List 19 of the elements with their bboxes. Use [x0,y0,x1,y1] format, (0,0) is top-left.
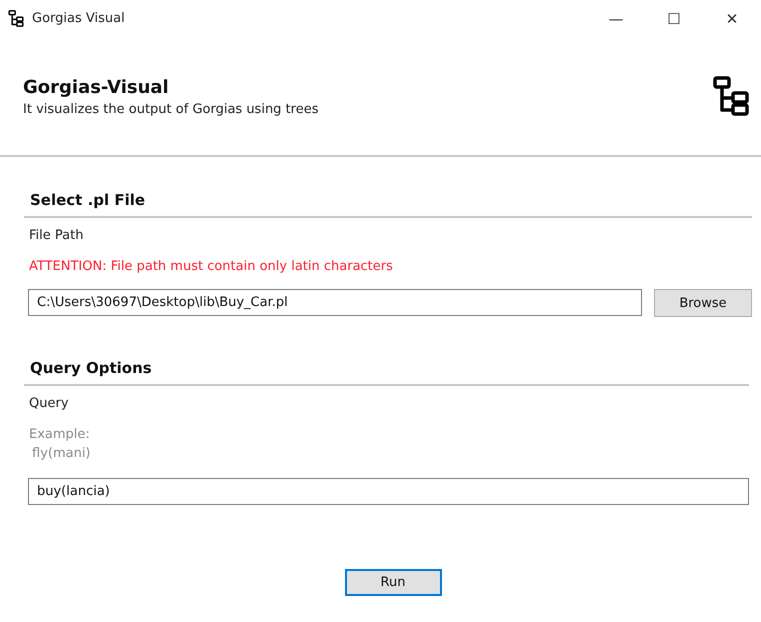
window-title: Gorgias Visual [32,11,126,26]
field-label: File Path [29,228,84,243]
file-path-field[interactable]: C:\Users\30697\Desktop\lib\Buy_Car.pl [28,289,642,316]
tree-icon [713,76,749,116]
maximize-button[interactable]: ☐ [645,10,703,28]
browse-button[interactable]: Browse [654,289,752,317]
app-subtitle: It visualizes the output of Gorgias using trees [23,102,320,117]
example-hint: Example: [29,426,91,444]
section-title: Query Options [24,359,749,386]
warning-text: ATTENTION: File path must contain only latin characters [29,259,394,274]
section-title: Select .pl File [24,191,752,218]
query-field[interactable]: buy(lancia) [28,478,749,505]
minimize-button[interactable]: — [587,10,645,28]
close-button[interactable]: ✕ [703,10,761,28]
field-label: Query [29,396,70,411]
app-title: Gorgias-Visual [23,77,170,98]
run-button[interactable]: Run [344,569,442,596]
example-hint: fly(mani) [32,445,92,463]
tree-icon [8,10,24,27]
